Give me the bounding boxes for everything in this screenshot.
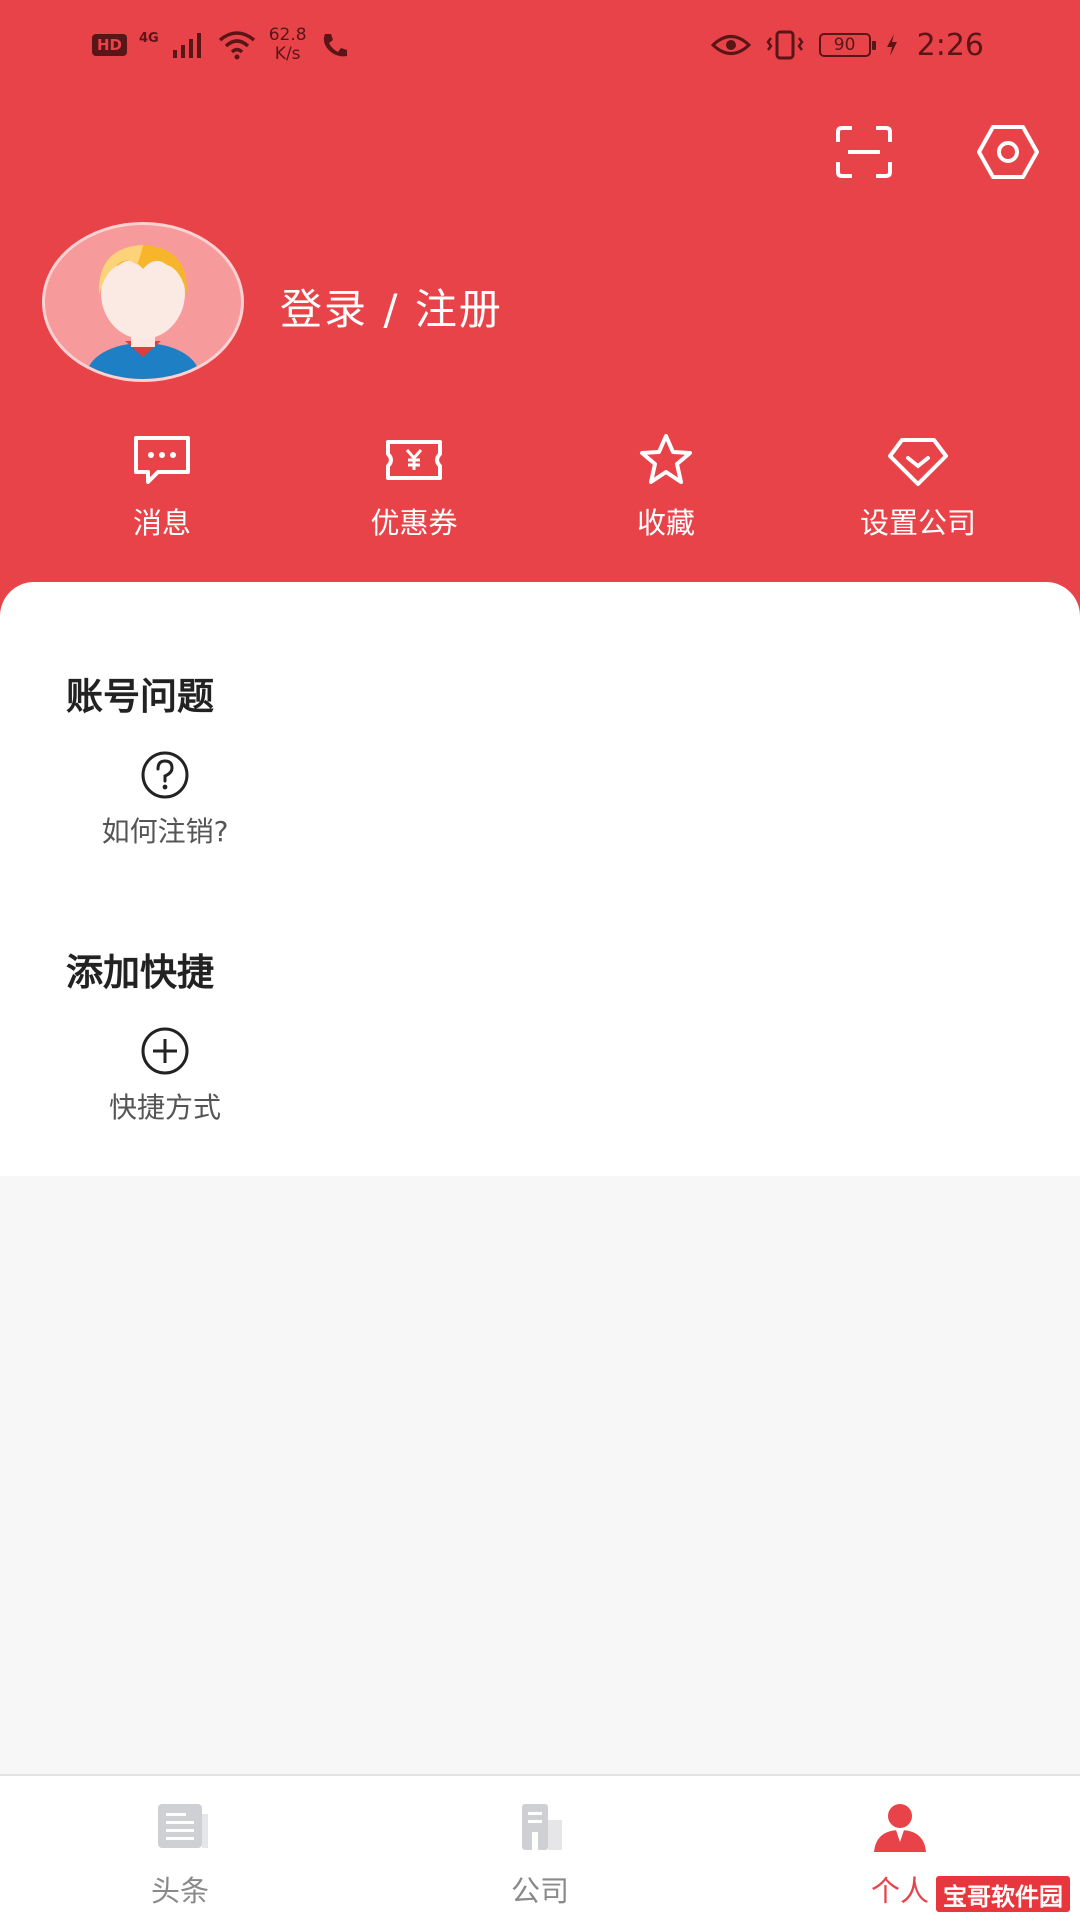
bottom-navigation: 头条 公司 个人 (0, 1774, 1080, 1920)
person-icon (874, 1804, 926, 1852)
quick-action-label: 收藏 (636, 506, 695, 540)
nav-label: 公司 (510, 1874, 569, 1908)
quick-action-messages[interactable]: 消息 (62, 432, 262, 552)
how-to-deregister-item[interactable]: 如何注销? (60, 750, 270, 880)
eye-icon (710, 35, 751, 55)
question-icon (141, 751, 189, 799)
quick-action-set-company[interactable]: 设置公司 (818, 432, 1018, 552)
speed-unit: K/s (274, 44, 301, 64)
nav-tab-company[interactable]: 公司 (450, 1800, 630, 1910)
news-icon (158, 1804, 208, 1848)
speed-value: 62.8 (268, 25, 307, 45)
message-icon (134, 436, 190, 484)
company-icon (522, 1804, 562, 1850)
avatar[interactable] (42, 222, 244, 382)
quick-action-coupons[interactable]: 优惠券 (314, 432, 514, 552)
watermark-logo: 宝哥软件园 (936, 1876, 1070, 1912)
add-icon (141, 1027, 189, 1075)
nav-label: 个人 (870, 1874, 929, 1908)
quick-action-favorites[interactable]: 收藏 (566, 432, 766, 552)
user-avatar-icon (87, 245, 199, 379)
scan-icon (836, 126, 892, 178)
tile-label: 如何注销? (101, 815, 229, 848)
account-section-title: 账号问题 (66, 675, 214, 718)
login-register-link[interactable]: 登录 / 注册 (280, 276, 503, 337)
charging-icon (886, 34, 897, 56)
star-icon (640, 434, 692, 484)
network-type: 4G (139, 30, 159, 46)
nav-label: 头条 (150, 1874, 209, 1908)
diamond-icon (888, 438, 948, 486)
add-shortcut-item[interactable]: 快捷方式 (60, 1026, 270, 1156)
settings-button[interactable] (976, 122, 1040, 182)
hd-badge: HD (92, 34, 128, 56)
profile-screen: HD 4G 62.8 K/s 90 2:26 登录 / 注册 消息 优惠券 收藏… (0, 0, 1080, 1920)
quick-action-label: 优惠券 (370, 506, 458, 540)
vibrate-icon (766, 30, 804, 60)
content-card: 账号问题 如何注销? 添加快捷 快捷方式 (0, 582, 1080, 1176)
coupon-icon (386, 440, 442, 480)
tile-label: 快捷方式 (108, 1091, 221, 1124)
status-time: 2:26 (916, 27, 984, 63)
status-bar: HD 4G 62.8 K/s 90 2:26 (0, 0, 1080, 90)
wifi-icon (218, 31, 255, 60)
nav-tab-news[interactable]: 头条 (90, 1800, 270, 1910)
quick-action-label: 设置公司 (859, 506, 976, 540)
quick-action-label: 消息 (132, 506, 191, 540)
shortcut-section-title: 添加快捷 (66, 951, 214, 994)
network-speed: 62.8 K/s (269, 26, 307, 64)
scan-button[interactable] (834, 124, 894, 180)
quick-actions: 消息 优惠券 收藏 设置公司 (0, 432, 1080, 552)
settings-icon (977, 125, 1039, 179)
status-right: 90 2:26 (710, 22, 984, 68)
phone-call-icon (323, 34, 347, 57)
signal-icon (172, 33, 201, 58)
battery-indicator: 90 (818, 33, 876, 57)
status-left: HD 4G 62.8 K/s (92, 22, 353, 68)
